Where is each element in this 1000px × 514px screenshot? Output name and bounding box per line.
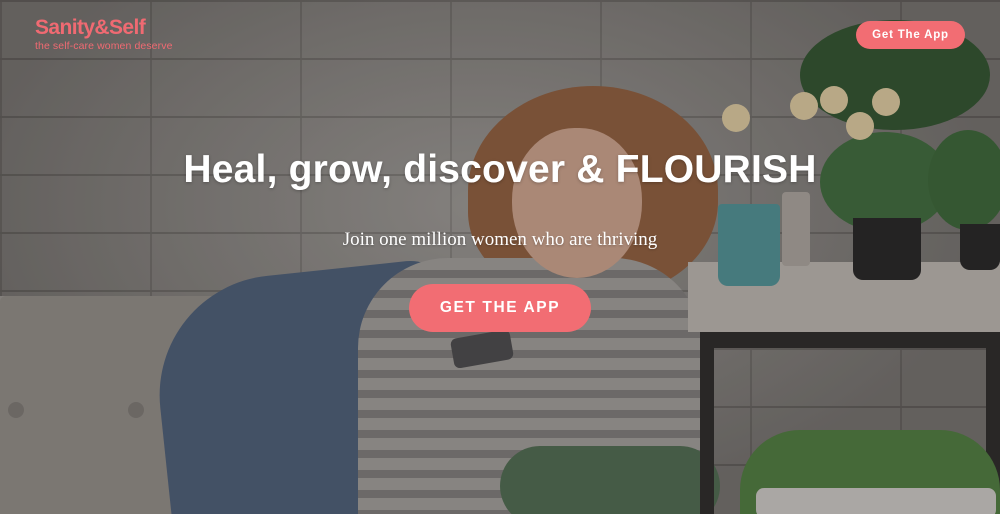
brand-logo[interactable]: Sanity&Self the self-care women deserve: [35, 16, 173, 53]
hero-headline: Heal, grow, discover & FLOURISH: [183, 148, 817, 191]
get-the-app-hero-button[interactable]: GET THE APP: [409, 284, 591, 332]
dark-overlay: [0, 0, 1000, 514]
brand-tagline: the self-care women deserve: [35, 40, 173, 52]
hero-section: Sanity&Self the self-care women deserve …: [0, 0, 1000, 514]
hero-subheadline: Join one million women who are thriving: [342, 229, 658, 250]
get-the-app-nav-button[interactable]: Get The App: [856, 21, 965, 49]
brand-name: Sanity&Self: [35, 16, 146, 39]
